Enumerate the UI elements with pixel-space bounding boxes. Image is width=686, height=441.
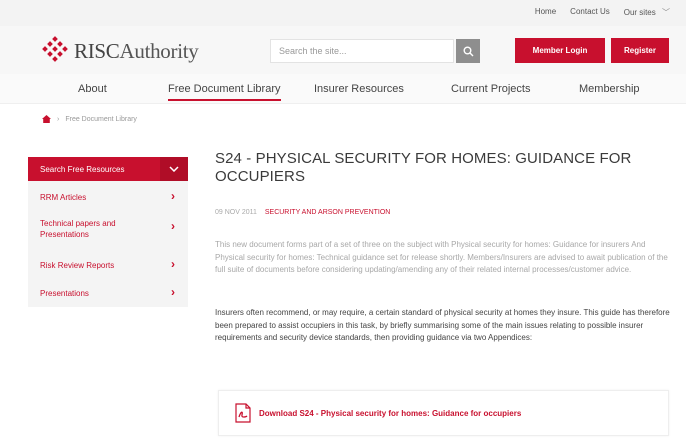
page-title: S24 - PHYSICAL SECURITY FOR HOMES: GUIDA…	[215, 150, 632, 185]
utility-bar: Home Contact Us Our sites ﹀	[0, 0, 686, 26]
our-sites-label: Our sites	[623, 8, 656, 17]
pdf-icon	[235, 403, 251, 423]
sidebar-header-label: Search Free Resources	[40, 164, 125, 174]
chevron-down-icon: ﹀	[662, 8, 670, 17]
breadcrumb: › Free Document Library	[42, 115, 137, 123]
chevron-right-icon[interactable]: ›	[171, 257, 175, 271]
nav-item-insurer-resources[interactable]: Insurer Resources	[314, 83, 404, 95]
home-link[interactable]: Home	[535, 7, 556, 18]
sidebar-item-technical-papers[interactable]: Technical papers and Presentations	[40, 218, 160, 240]
register-button[interactable]: Register	[611, 38, 669, 63]
article-meta: 09 NOV 2011 SECURITY AND ARSON PREVENTIO…	[215, 209, 390, 216]
nav-item-free-document-library[interactable]: Free Document Library	[168, 83, 281, 101]
main-nav: About Free Document Library Insurer Reso…	[0, 74, 686, 104]
sidebar-item-rrm-articles[interactable]: RRM Articles	[40, 192, 160, 203]
article-date: 09 NOV 2011	[215, 209, 257, 216]
article: S24 - PHYSICAL SECURITY FOR HOMES: GUIDA…	[215, 150, 671, 342]
nav-item-membership[interactable]: Membership	[579, 83, 640, 95]
nav-item-current-projects[interactable]: Current Projects	[451, 83, 530, 95]
search-button[interactable]	[456, 39, 480, 63]
sidebar: Search Free Resources RRM Articles › Tec…	[28, 157, 188, 307]
utility-links: Home Contact Us Our sites ﹀	[535, 7, 670, 18]
article-body: Insurers often recommend, or may require…	[215, 308, 670, 342]
chevron-right-icon[interactable]: ›	[171, 219, 175, 233]
logo-diamond-icon	[42, 36, 68, 62]
our-sites-dropdown[interactable]: Our sites ﹀	[624, 7, 670, 18]
breadcrumb-separator: ›	[57, 115, 60, 123]
chevron-right-icon[interactable]: ›	[171, 285, 175, 299]
sidebar-header[interactable]: Search Free Resources	[28, 157, 188, 181]
nav-item-about[interactable]: About	[78, 83, 107, 95]
search-icon	[463, 46, 473, 56]
contact-link[interactable]: Contact Us	[570, 7, 610, 18]
logo-prefix: RISC	[74, 38, 120, 63]
site-logo[interactable]: RISCAuthority	[40, 36, 199, 66]
chevron-right-icon[interactable]: ›	[171, 189, 175, 203]
download-box[interactable]: Download S24 - Physical security for hom…	[218, 390, 669, 436]
search-input[interactable]: Search the site...	[270, 39, 454, 63]
sidebar-item-presentations[interactable]: Presentations	[40, 288, 160, 299]
article-intro: This new document forms part of a set of…	[215, 240, 668, 274]
logo-text: RISCAuthority	[74, 38, 199, 64]
download-link[interactable]: Download S24 - Physical security for hom…	[259, 409, 521, 418]
sidebar-item-risk-review-reports[interactable]: Risk Review Reports	[40, 260, 160, 271]
logo-suffix: Authority	[119, 38, 199, 63]
breadcrumb-current[interactable]: Free Document Library	[65, 116, 137, 123]
home-icon[interactable]	[42, 115, 51, 123]
member-login-button[interactable]: Member Login	[515, 38, 605, 63]
article-category-link[interactable]: SECURITY AND ARSON PREVENTION	[265, 209, 391, 216]
chevron-down-icon	[169, 166, 179, 172]
sidebar-toggle[interactable]	[160, 157, 188, 181]
site-header: RISCAuthority Search the site... Member …	[0, 26, 686, 74]
